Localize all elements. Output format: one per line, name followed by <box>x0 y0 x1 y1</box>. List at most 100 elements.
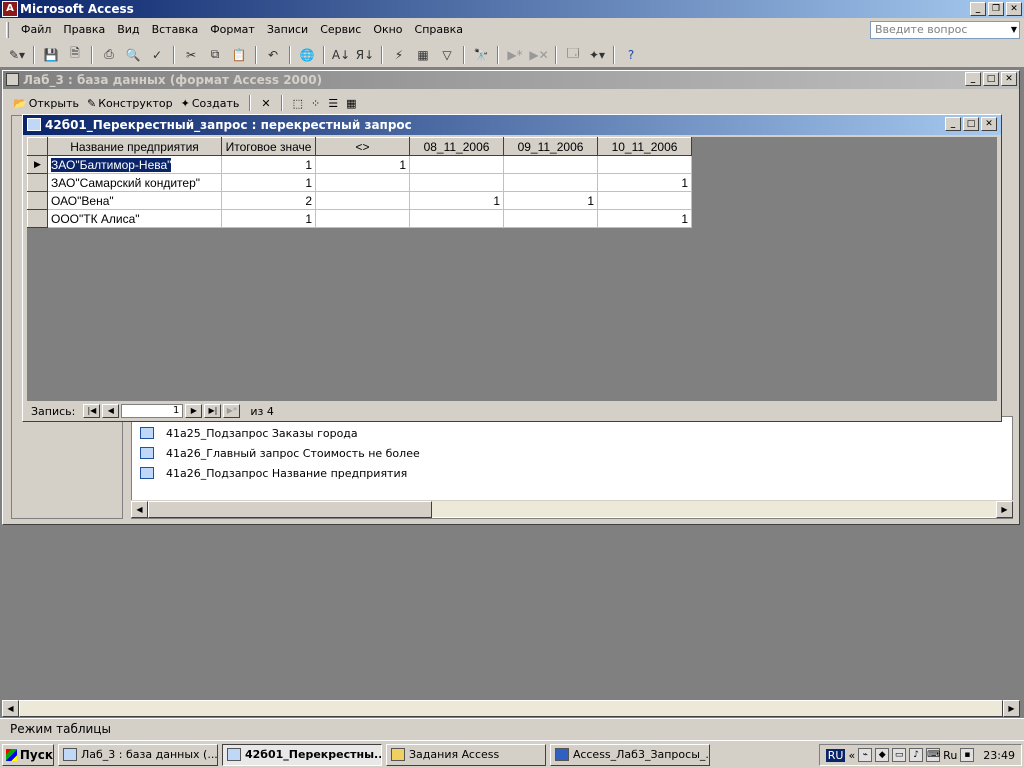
paste-icon[interactable]: 📋 <box>228 45 250 65</box>
menu-tools[interactable]: Сервис <box>314 20 367 40</box>
column-header[interactable]: Итоговое значе <box>221 137 316 156</box>
database-window-icon[interactable]: 🗔 <box>562 45 584 65</box>
maximize-icon[interactable]: □ <box>963 117 979 131</box>
language-indicator[interactable]: RU <box>825 748 846 762</box>
previous-record-icon[interactable]: ◀ <box>102 404 120 418</box>
column-header[interactable]: 08_11_2006 <box>409 137 504 156</box>
close-icon[interactable]: ✕ <box>981 117 997 131</box>
table-cell[interactable]: 1 <box>409 191 504 210</box>
antivirus-icon[interactable]: ◆ <box>875 748 890 762</box>
minimize-icon[interactable]: _ <box>970 2 986 16</box>
select-all-corner[interactable] <box>27 137 48 156</box>
details-view-icon[interactable]: ▦ <box>344 97 358 110</box>
menu-records[interactable]: Записи <box>261 20 314 40</box>
new-object-icon[interactable]: ✦▾ <box>586 45 608 65</box>
ask-question-input[interactable]: Введите вопрос ▼ <box>870 21 1020 39</box>
table-cell[interactable] <box>409 173 504 192</box>
taskbar-item-database[interactable]: Лаб_3 : база данных (... <box>58 743 218 766</box>
keyboard-icon[interactable]: ⌨ <box>926 748 941 762</box>
table-cell[interactable] <box>503 209 598 228</box>
scroll-left-icon[interactable]: ◀ <box>2 700 19 717</box>
create-button[interactable]: ✦ Создать <box>179 97 242 110</box>
find-icon[interactable]: 🔭 <box>470 45 492 65</box>
scroll-left-icon[interactable]: ◀ <box>131 501 148 518</box>
scroll-right-icon[interactable]: ▶ <box>1003 700 1020 717</box>
table-cell[interactable] <box>503 155 598 174</box>
apply-filter-icon[interactable]: ▽ <box>436 45 458 65</box>
delete-icon[interactable]: ✕ <box>259 97 272 110</box>
taskbar-item-word-document[interactable]: Access_Лаб3_Запросы_... <box>550 743 710 766</box>
query-list-horizontal-scrollbar[interactable]: ◀ ▶ <box>131 500 1013 518</box>
table-cell[interactable]: 1 <box>315 155 410 174</box>
table-cell[interactable] <box>597 191 692 210</box>
start-button[interactable]: Пуск <box>2 743 54 766</box>
column-header[interactable]: 09_11_2006 <box>503 137 598 156</box>
database-window-title-bar[interactable]: Лаб_3 : база данных (формат Access 2000)… <box>3 71 1019 89</box>
save-icon[interactable]: 💾 <box>40 45 62 65</box>
new-record-icon[interactable]: ▶* <box>504 45 526 65</box>
menu-grip[interactable] <box>6 22 9 38</box>
list-view-icon[interactable]: ☰ <box>326 97 340 110</box>
small-icons-icon[interactable]: ⁘ <box>309 97 322 110</box>
table-cell[interactable] <box>597 155 692 174</box>
table-cell[interactable]: ЗАО"Балтимор-Нева" <box>47 155 222 174</box>
list-item[interactable]: 41а26_Главный запрос Стоимость не более <box>132 443 1012 463</box>
filter-by-form-icon[interactable]: ▦ <box>412 45 434 65</box>
menu-insert[interactable]: Вставка <box>146 20 205 40</box>
table-cell[interactable]: ОАО"Вена" <box>47 191 222 210</box>
speaker-icon[interactable]: ♪ <box>909 748 924 762</box>
undo-icon[interactable]: ↶ <box>262 45 284 65</box>
sort-descending-icon[interactable]: Я↓ <box>354 45 376 65</box>
hyperlink-icon[interactable]: 🌐 <box>296 45 318 65</box>
table-cell[interactable]: 2 <box>221 191 316 210</box>
table-cell[interactable] <box>409 209 504 228</box>
menu-help[interactable]: Справка <box>409 20 469 40</box>
record-selector-current-icon[interactable]: ▶ <box>27 155 48 174</box>
chevron-down-icon[interactable]: ▼ <box>1011 22 1017 38</box>
design-button[interactable]: ✎ Конструктор <box>85 97 175 110</box>
table-cell[interactable]: 1 <box>503 191 598 210</box>
column-header[interactable]: 10_11_2006 <box>597 137 692 156</box>
scroll-thumb[interactable] <box>148 501 432 518</box>
table-cell[interactable]: 1 <box>221 209 316 228</box>
menu-view[interactable]: Вид <box>111 20 145 40</box>
view-icon[interactable]: ✎▾ <box>6 45 28 65</box>
table-cell[interactable]: ЗАО"Самарский кондитер" <box>47 173 222 192</box>
menu-file[interactable]: Файл <box>15 20 57 40</box>
close-icon[interactable]: ✕ <box>1006 2 1022 16</box>
scroll-thumb[interactable] <box>19 700 1003 717</box>
search-file-icon[interactable]: 🗎 <box>64 45 86 65</box>
table-cell[interactable] <box>409 155 504 174</box>
large-icons-icon[interactable]: ⬚ <box>291 97 305 110</box>
table-cell[interactable] <box>503 173 598 192</box>
table-cell[interactable]: 1 <box>597 173 692 192</box>
record-selector[interactable] <box>27 209 48 228</box>
taskbar-item-folder[interactable]: Задания Access <box>386 743 546 766</box>
maximize-icon[interactable]: □ <box>983 72 999 86</box>
minimize-icon[interactable]: _ <box>965 72 981 86</box>
restore-icon[interactable]: ❐ <box>988 2 1004 16</box>
cut-icon[interactable]: ✂ <box>180 45 202 65</box>
table-cell[interactable]: ООО"ТК Алиса" <box>47 209 222 228</box>
open-button[interactable]: 📂 Открыть <box>11 97 81 110</box>
minimize-icon[interactable]: _ <box>945 117 961 131</box>
column-header[interactable]: Название предприятия <box>47 137 222 156</box>
scroll-right-icon[interactable]: ▶ <box>996 501 1013 518</box>
column-header[interactable]: <> <box>315 137 410 156</box>
first-record-icon[interactable]: |◀ <box>83 404 101 418</box>
mdi-horizontal-scrollbar[interactable]: ◀ ▶ <box>2 700 1020 717</box>
filter-by-selection-icon[interactable]: ⚡ <box>388 45 410 65</box>
list-item[interactable]: 41а26_Подзапрос Название предприятия <box>132 463 1012 483</box>
table-cell[interactable]: 1 <box>221 173 316 192</box>
record-selector[interactable] <box>27 173 48 192</box>
help-icon[interactable]: ? <box>620 45 642 65</box>
copy-icon[interactable]: ⧉ <box>204 45 226 65</box>
table-cell[interactable] <box>315 191 410 210</box>
last-record-icon[interactable]: ▶| <box>204 404 222 418</box>
table-cell[interactable]: 1 <box>221 155 316 174</box>
menu-edit[interactable]: Правка <box>57 20 111 40</box>
list-item[interactable]: 41а25_Подзапрос Заказы города <box>132 423 1012 443</box>
print-preview-icon[interactable]: 🔍 <box>122 45 144 65</box>
menu-window[interactable]: Окно <box>367 20 408 40</box>
table-cell[interactable] <box>315 173 410 192</box>
